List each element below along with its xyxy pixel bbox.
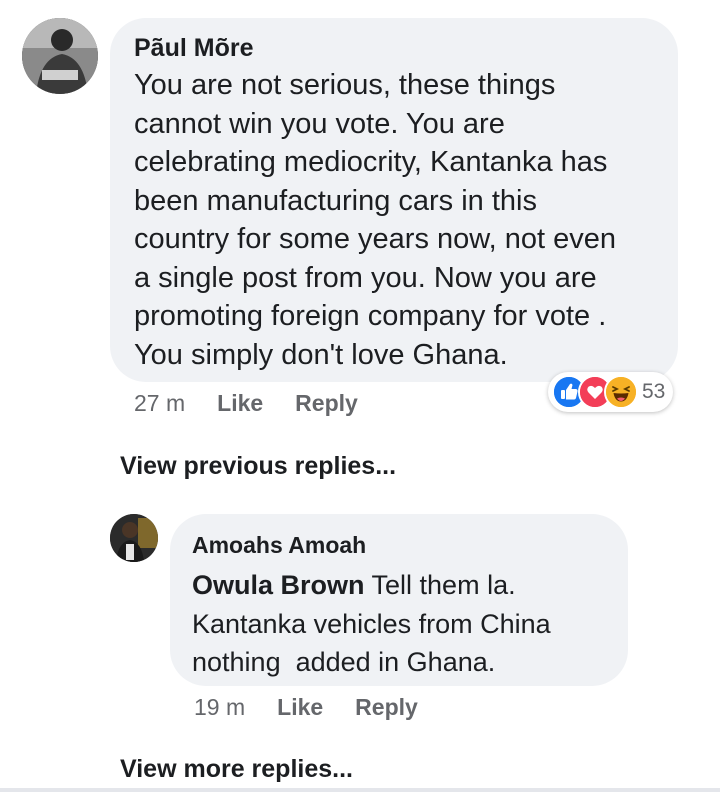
reply-author[interactable]: Amoahs Amoah (192, 530, 608, 560)
comment-text-line: You are not serious, these things (134, 69, 556, 101)
comment-text-line: celebrating mediocrity, Kantanka has (134, 146, 608, 178)
replier-avatar-photo (110, 514, 158, 562)
comment-author[interactable]: Pãul Mõre (134, 32, 656, 64)
comment-bubble: Pãul Mõre You are not serious, these thi… (110, 18, 678, 382)
comment-text-line: been manufacturing cars in this (134, 184, 537, 217)
reply-first-line-text: Tell them la. (364, 570, 516, 600)
reply-button[interactable]: Reply (295, 390, 358, 417)
reply-text-line: nothing added in Ghana. (192, 647, 496, 677)
reply-reply-button[interactable]: Reply (355, 694, 418, 721)
reactions-count: 53 (642, 380, 666, 403)
reply-timestamp[interactable]: 19 m (194, 694, 245, 721)
haha-icon (604, 375, 638, 409)
comment-text-line: You simply don't love Ghana. (134, 338, 508, 371)
comment-text-line: promoting foreign company for vote . (134, 300, 607, 332)
comment-text-line: cannot win you vote. You are (134, 107, 505, 140)
commenter-avatar[interactable] (22, 18, 98, 94)
reply-text: Owula Brown Tell them la. Kantanka vehic… (192, 566, 608, 682)
reply-mention[interactable]: Owula Brown (192, 570, 365, 600)
reply-text-line: Owula Brown Tell them la. (192, 566, 608, 605)
like-button[interactable]: Like (217, 390, 263, 417)
comment-timestamp[interactable]: 27 m (134, 390, 185, 417)
bottom-divider (0, 788, 720, 792)
comment-text-line: a single post from you. Now you are (134, 261, 597, 294)
reply-like-button[interactable]: Like (277, 694, 323, 721)
comment-actions: 27 m Like Reply (134, 388, 358, 418)
reactions-summary[interactable]: 53 (548, 372, 674, 412)
replier-avatar[interactable] (110, 514, 158, 562)
comment-text-line: country for some years now, not even (134, 223, 616, 255)
reply-text-line: Kantanka vehicles from China (192, 608, 551, 639)
reply-bubble: Amoahs Amoah Owula Brown Tell them la. K… (170, 514, 628, 686)
commenter-avatar-photo (22, 18, 98, 94)
comment-text: You are not serious, these things cannot… (134, 66, 656, 374)
reply-actions: 19 m Like Reply (194, 692, 418, 722)
view-previous-replies-link[interactable]: View previous replies... (120, 452, 396, 481)
view-more-replies-link[interactable]: View more replies... (120, 755, 353, 784)
